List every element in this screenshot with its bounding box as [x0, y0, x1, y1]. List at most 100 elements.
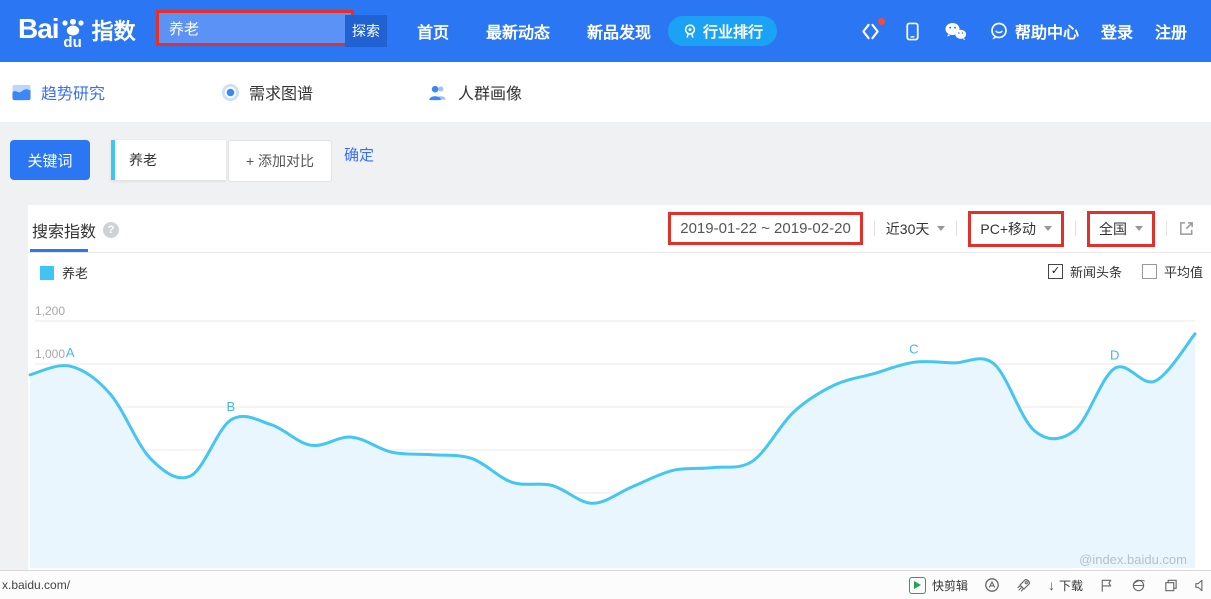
add-compare-label: + 添加对比 [246, 151, 314, 171]
legend-item[interactable]: 养老 [40, 263, 88, 282]
tab-demand-map[interactable]: 需求图谱 [221, 80, 313, 104]
tab-trend-research[interactable]: 趋势研究 [11, 80, 105, 104]
tab-audience-profile-label: 人群画像 [458, 80, 522, 104]
nav-home[interactable]: 首页 [417, 19, 449, 43]
timespan-value: 近30天 [886, 219, 930, 239]
checkbox-checked-icon [1048, 264, 1063, 279]
point-label-b: B [227, 399, 236, 414]
area-fill [30, 334, 1195, 568]
window-restore-icon[interactable] [1163, 578, 1178, 593]
keyword-chip[interactable]: 养老 [111, 140, 226, 180]
top-navigation-bar: Bai du 指数 探索 首页 最新动态 新品发现 行业排行 [0, 0, 1211, 62]
platform-value: PC+移动 [980, 219, 1036, 239]
divider [874, 221, 875, 236]
trend-chart[interactable]: 2004006008001,0001,200ABCD [28, 300, 1211, 568]
card-header: 搜索指数 2019-01-22 ~ 2019-02-20 近30天 PC+移动 … [28, 205, 1211, 253]
y-axis-label: 1,200 [35, 304, 65, 318]
baidu-index-logo[interactable]: Bai du 指数 [18, 9, 136, 49]
people-icon [426, 83, 449, 102]
topbar-right-tools: 帮助中心 登录 注册 [860, 0, 1187, 62]
notification-dot [878, 18, 885, 25]
chevron-down-icon [937, 226, 945, 231]
download-label: 下载 [1059, 577, 1083, 594]
logo-text-bai: Bai [18, 9, 59, 49]
help-question-icon[interactable] [103, 222, 119, 238]
status-bar-tools: 快剪辑 ↓ 下载 [909, 577, 1211, 594]
checkbox-unchecked-icon [1142, 264, 1157, 279]
register-link[interactable]: 注册 [1155, 19, 1187, 43]
wechat-icon[interactable] [944, 22, 967, 41]
search-index-card: 搜索指数 2019-01-22 ~ 2019-02-20 近30天 PC+移动 … [28, 205, 1211, 570]
speed-mode-icon[interactable] [984, 577, 1000, 593]
region-dropdown[interactable]: 全国 [1087, 211, 1155, 247]
y-axis-label: 1,000 [35, 347, 65, 361]
speaker-icon[interactable] [1194, 578, 1207, 593]
rocket-icon[interactable] [1016, 577, 1032, 593]
help-center-link[interactable]: 帮助中心 [989, 19, 1079, 43]
tab-trend-research-label: 趋势研究 [41, 80, 105, 104]
down-arrow-icon: ↓ [1048, 577, 1055, 593]
help-center-label: 帮助中心 [1015, 19, 1079, 43]
share-icon[interactable] [1178, 220, 1195, 237]
flag-icon[interactable] [1099, 578, 1114, 593]
date-range-picker[interactable]: 2019-01-22 ~ 2019-02-20 [668, 212, 863, 245]
keyword-type-button[interactable]: 关键词 [10, 140, 90, 180]
date-range-value: 2019-01-22 ~ 2019-02-20 [680, 220, 851, 237]
point-label-a: A [66, 345, 75, 360]
app-icon[interactable] [860, 21, 881, 42]
trend-chart-svg[interactable]: 2004006008001,0001,200ABCD [28, 300, 1211, 568]
divider [1166, 221, 1167, 236]
chevron-down-icon [1135, 226, 1143, 231]
mobile-icon[interactable] [903, 21, 922, 42]
legend-swatch [40, 266, 54, 280]
tab-search-index[interactable]: 搜索指数 [32, 218, 119, 242]
logo-text-du: du [63, 36, 81, 49]
checkbox-news-headlines[interactable]: 新闻头条 [1048, 262, 1122, 281]
chevron-down-icon [1044, 226, 1052, 231]
checkbox-average[interactable]: 平均值 [1142, 262, 1203, 281]
search-highlight-box [156, 10, 354, 46]
news-headlines-label: 新闻头条 [1070, 262, 1122, 281]
medal-icon [682, 23, 698, 39]
overlay-checkboxes: 新闻头条 平均值 [1048, 262, 1203, 281]
browser-status-bar: x.baidu.com/ 快剪辑 ↓ 下载 [0, 570, 1211, 599]
logo-text-zhishu: 指数 [92, 15, 136, 49]
status-url: x.baidu.com/ [0, 578, 70, 592]
legend-label: 养老 [62, 263, 88, 282]
average-label: 平均值 [1164, 262, 1203, 281]
trend-chart-icon [11, 83, 32, 102]
download-button[interactable]: ↓ 下载 [1048, 577, 1083, 594]
platform-dropdown[interactable]: PC+移动 [968, 211, 1064, 247]
ie-icon[interactable] [1130, 578, 1147, 593]
play-icon [909, 577, 926, 594]
region-value: 全国 [1099, 219, 1127, 239]
nav-new-products[interactable]: 新品发现 [587, 19, 651, 43]
tab-demand-map-label: 需求图谱 [249, 80, 313, 104]
point-label-d: D [1110, 347, 1119, 362]
industry-ranking-button[interactable]: 行业排行 [668, 16, 777, 46]
radar-dot-icon [221, 83, 240, 102]
nav-latest-news[interactable]: 最新动态 [486, 19, 550, 43]
explore-button[interactable]: 探索 [345, 15, 387, 47]
section-tabs: 趋势研究 需求图谱 人群画像 [0, 62, 1211, 123]
search-input[interactable] [159, 13, 351, 43]
top-nav-links: 首页 最新动态 新品发现 [417, 0, 651, 62]
tab-audience-profile[interactable]: 人群画像 [426, 80, 522, 104]
search-index-title: 搜索指数 [32, 218, 96, 242]
keyword-filter-bar: 关键词 养老 + 添加对比 确定 [0, 122, 1211, 205]
keyword-chip-label: 养老 [129, 150, 157, 170]
timespan-dropdown[interactable]: 近30天 [886, 219, 946, 239]
industry-ranking-label: 行业排行 [703, 21, 763, 42]
confirm-link[interactable]: 确定 [344, 144, 374, 165]
quick-clip-label: 快剪辑 [932, 577, 968, 594]
add-compare-button[interactable]: + 添加对比 [228, 140, 332, 182]
divider [1075, 221, 1076, 236]
active-tab-underline [30, 249, 88, 252]
point-label-c: C [909, 341, 918, 356]
divider [956, 221, 957, 236]
login-link[interactable]: 登录 [1101, 19, 1133, 43]
chart-watermark: @index.baidu.com [1079, 552, 1187, 567]
quick-clip-button[interactable]: 快剪辑 [909, 577, 968, 594]
chart-controls: 2019-01-22 ~ 2019-02-20 近30天 PC+移动 全国 [668, 205, 1195, 252]
chat-bubble-icon [989, 21, 1009, 41]
